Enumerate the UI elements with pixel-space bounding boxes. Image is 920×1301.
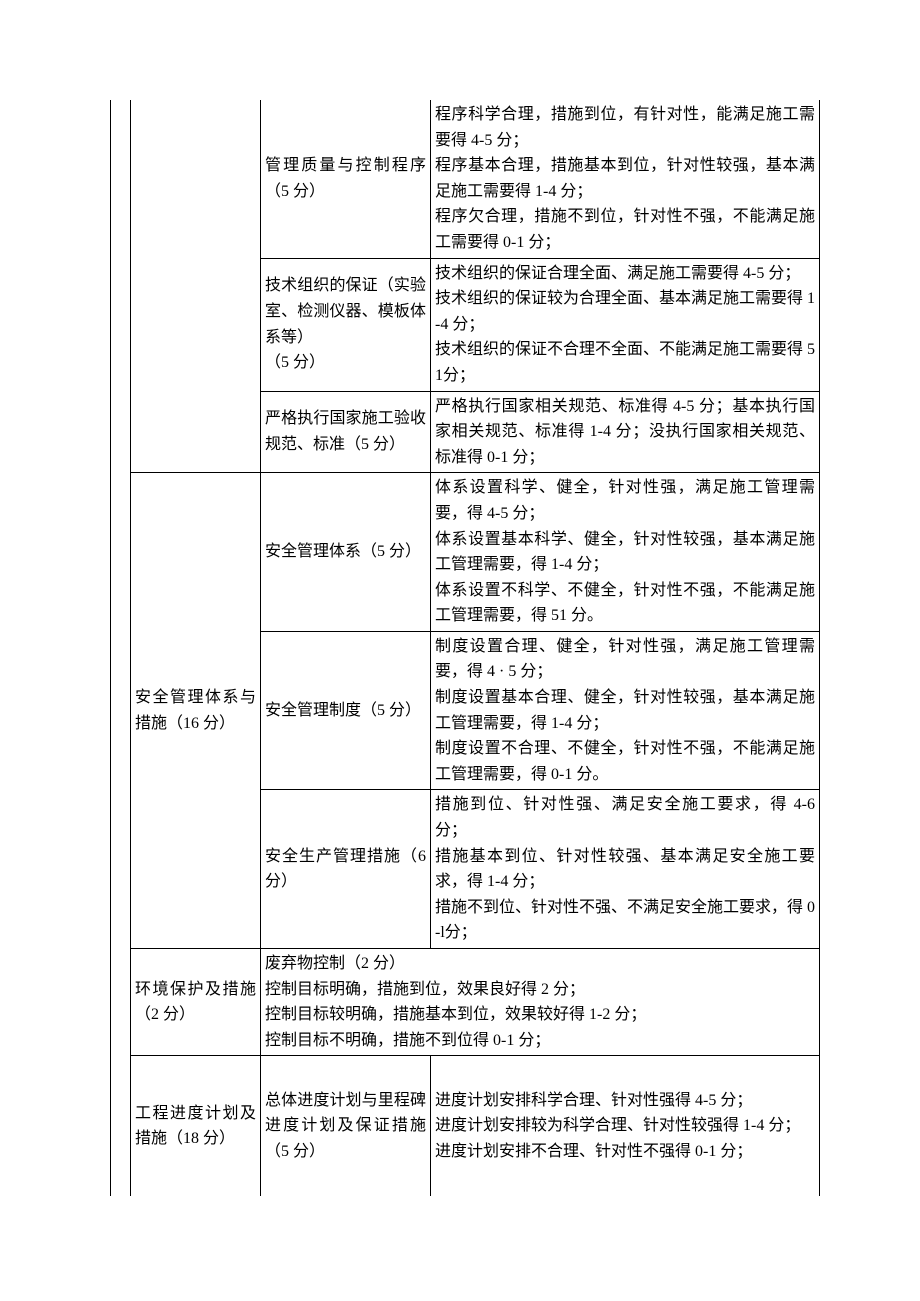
criteria-cell: 制度设置合理、健全，针对性强，满足施工管理需要，得 4 · 5 分； 制度设置基… [431, 631, 820, 790]
criteria-cell: 进度计划安排科学合理、针对性强得 4-5 分； 进度计划安排较为科学合理、针对性… [431, 1056, 820, 1196]
category-cell-environment: 环境保护及措施（2 分） [131, 949, 261, 1056]
category-cell-schedule: 工程进度计划及措施（18 分） [131, 1056, 261, 1196]
scoring-table: 管理质量与控制程序（5 分） 程序科学合理，措施到位，有针对性，能满足施工需要得… [110, 100, 820, 1196]
criteria-cell: 严格执行国家相关规范、标准得 4-5 分；基本执行国家相关规范、标准得 1-4 … [431, 391, 820, 473]
criteria-text: 体系设置科学、健全，针对性强，满足施工管理需要，得 4-5 分； 体系设置基本科… [435, 479, 815, 624]
subitem-cell: 总体进度计划与里程碑进度计划及保证措施（5 分） [261, 1056, 431, 1196]
table-row: 工程进度计划及措施（18 分） 总体进度计划与里程碑进度计划及保证措施（5 分）… [111, 1056, 820, 1196]
category-cell-blank [131, 100, 261, 473]
category-label: 安全管理体系与措施（16 分） [135, 689, 256, 732]
criteria-cell: 体系设置科学、健全，针对性强，满足施工管理需要，得 4-5 分； 体系设置基本科… [431, 473, 820, 632]
criteria-text: 措施到位、针对性强、满足安全施工要求，得 4-6 分； 措施基本到位、针对性较强… [435, 796, 815, 941]
category-label: 环境保护及措施（2 分） [135, 981, 256, 1024]
criteria-cell: 措施到位、针对性强、满足安全施工要求，得 4-6 分； 措施基本到位、针对性较强… [431, 790, 820, 949]
category-label: 工程进度计划及措施（18 分） [135, 1105, 256, 1148]
left-spine-cell [111, 100, 131, 1196]
subitem-cell: 安全管理制度（5 分） [261, 631, 431, 790]
subitem-label: 安全管理体系（5 分） [265, 543, 421, 560]
subitem-label: 技术组织的保证（实验室、检测仪器、模板体系等） （5 分） [265, 277, 426, 371]
criteria-text: 制度设置合理、健全，针对性强，满足施工管理需要，得 4 · 5 分； 制度设置基… [435, 638, 815, 783]
criteria-text: 技术组织的保证合理全面、满足施工需要得 4-5 分； 技术组织的保证较为合理全面… [435, 265, 815, 384]
criteria-cell: 技术组织的保证合理全面、满足施工需要得 4-5 分； 技术组织的保证较为合理全面… [431, 258, 820, 391]
subitem-label: 严格执行国家施工验收规范、标准（5 分） [265, 410, 426, 453]
subitem-label: 总体进度计划与里程碑进度计划及保证措施（5 分） [265, 1092, 426, 1160]
subitem-label: 安全管理制度（5 分） [265, 702, 421, 719]
subitem-label: 安全生产管理措施（6 分） [265, 848, 426, 891]
merged-criteria-cell: 废弃物控制（2 分） 控制目标明确，措施到位，效果良好得 2 分； 控制目标较明… [261, 949, 820, 1056]
subitem-cell: 管理质量与控制程序（5 分） [261, 100, 431, 258]
subitem-label: 管理质量与控制程序（5 分） [265, 157, 426, 200]
subitem-cell: 安全管理体系（5 分） [261, 473, 431, 632]
subitem-cell: 严格执行国家施工验收规范、标准（5 分） [261, 391, 431, 473]
subitem-cell: 安全生产管理措施（6 分） [261, 790, 431, 949]
criteria-cell: 程序科学合理，措施到位，有针对性，能满足施工需要得 4-5 分； 程序基本合理，… [431, 100, 820, 258]
category-cell-safety: 安全管理体系与措施（16 分） [131, 473, 261, 949]
criteria-text: 废弃物控制（2 分） 控制目标明确，措施到位，效果良好得 2 分； 控制目标较明… [265, 955, 646, 1049]
criteria-text: 进度计划安排科学合理、针对性强得 4-5 分； 进度计划安排较为科学合理、针对性… [435, 1092, 800, 1160]
criteria-text: 严格执行国家相关规范、标准得 4-5 分；基本执行国家相关规范、标准得 1-4 … [435, 398, 815, 466]
subitem-cell: 技术组织的保证（实验室、检测仪器、模板体系等） （5 分） [261, 258, 431, 391]
table-row: 管理质量与控制程序（5 分） 程序科学合理，措施到位，有针对性，能满足施工需要得… [111, 100, 820, 258]
criteria-text: 程序科学合理，措施到位，有针对性，能满足施工需要得 4-5 分； 程序基本合理，… [435, 106, 815, 251]
table-row: 环境保护及措施（2 分） 废弃物控制（2 分） 控制目标明确，措施到位，效果良好… [111, 949, 820, 1056]
table-row: 安全管理体系与措施（16 分） 安全管理体系（5 分） 体系设置科学、健全，针对… [111, 473, 820, 632]
